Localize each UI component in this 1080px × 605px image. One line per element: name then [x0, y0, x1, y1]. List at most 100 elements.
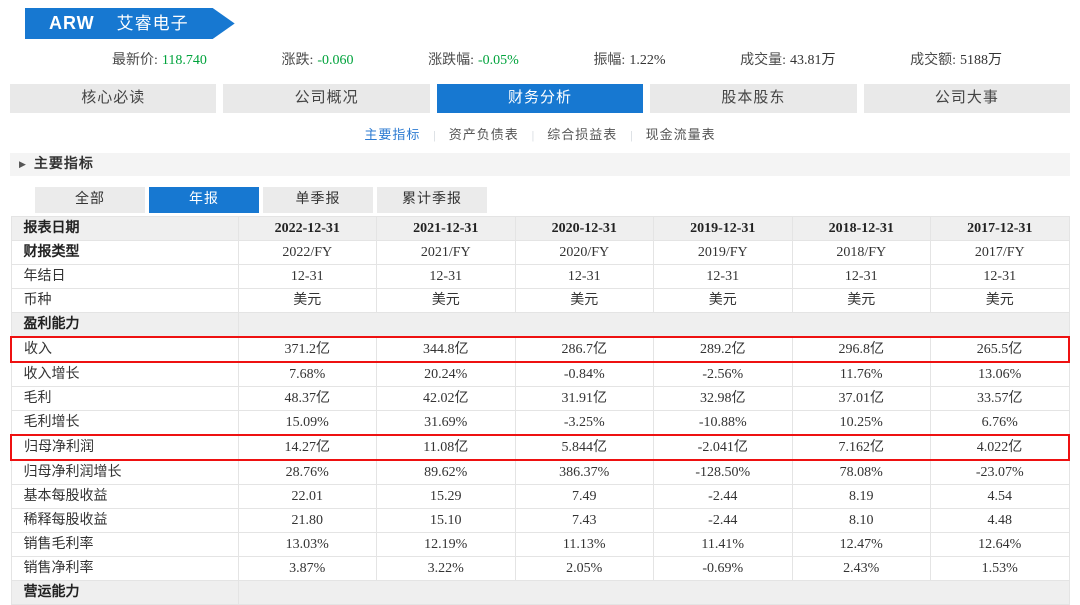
main-tab-股本股东[interactable]: 股本股东 — [650, 84, 857, 113]
section-row-spacer — [237, 580, 1070, 605]
table-header-date: 2020-12-31 — [514, 216, 654, 241]
cell-value: 3.22% — [376, 556, 516, 581]
quote-item: 涨跌: -0.060 — [281, 49, 353, 69]
quote-label: 最新价: — [112, 53, 158, 68]
cell-value: 4.022亿 — [930, 434, 1070, 461]
cell-value: 22.01 — [237, 484, 377, 509]
cell-value: 4.54 — [930, 484, 1070, 509]
cell-value: 21.80 — [237, 508, 377, 533]
cell-value: 42.02亿 — [376, 386, 516, 411]
quote-item: 成交量: 43.81万 — [740, 49, 835, 69]
cell-value: 11.76% — [791, 361, 931, 387]
subnav-item-主要指标[interactable]: 主要指标 — [364, 127, 420, 142]
row-label: 基本每股收益 — [10, 484, 239, 509]
subnav-item-现金流量表[interactable]: 现金流量表 — [646, 127, 716, 142]
cell-value: 15.09% — [237, 410, 377, 436]
table-header-row: 报表日期 2022-12-31 2021-12-31 2020-12-31 2019-1… — [10, 216, 1070, 241]
cell-value: 美元 — [930, 288, 1070, 313]
quote-label: 成交额: — [910, 53, 956, 68]
quote-item: 成交额: 5188万 — [910, 49, 1002, 69]
table-row: 收入 371.2亿 344.8亿 286.7亿 289.2亿 296.8亿 265.5亿 — [10, 336, 1070, 363]
cell-value: 美元 — [653, 288, 793, 313]
cell-value: 13.03% — [237, 532, 377, 557]
cell-value: -128.50% — [653, 459, 793, 485]
cell-value: 344.8亿 — [376, 336, 516, 363]
row-label: 归母净利润 — [10, 434, 239, 461]
financial-subnav: 主要指标 | 资产负债表 | 综合损益表 | 现金流量表 — [0, 126, 1080, 144]
stock-name: 艾睿电子 — [116, 14, 189, 33]
cell-value: 美元 — [237, 288, 377, 313]
table-header-label: 报表日期 — [10, 216, 239, 241]
table-row: 基本每股收益 22.01 15.29 7.49 -2.44 8.19 4.54 — [10, 484, 1070, 509]
quote-value: -0.060 — [317, 53, 354, 68]
financial-indicators-table: 报表日期 2022-12-31 2021-12-31 2020-12-31 2019-1… — [10, 216, 1070, 605]
cell-value: 2018/FY — [791, 240, 931, 265]
section-header-bar[interactable]: ▶ 主要指标 — [10, 153, 1070, 176]
row-label: 销售毛利率 — [10, 532, 239, 557]
cell-value: 15.29 — [376, 484, 516, 509]
period-tab-年报[interactable]: 年报 — [149, 187, 259, 213]
main-tab-bar: 核心必读 公司概况 财务分析 股本股东 公司大事 — [10, 84, 1071, 113]
cell-value: 2020/FY — [514, 240, 654, 265]
row-label: 年结日 — [10, 264, 239, 289]
quote-label: 涨跌: — [281, 53, 314, 68]
row-label: 收入增长 — [10, 361, 239, 387]
row-label: 收入 — [10, 336, 239, 363]
cell-value: 4.48 — [930, 508, 1070, 533]
quote-item: 涨跌幅: -0.05% — [428, 49, 519, 69]
subnav-item-综合损益表[interactable]: 综合损益表 — [547, 127, 617, 142]
subnav-divider: | — [630, 128, 633, 142]
cell-value: 289.2亿 — [653, 336, 793, 363]
subnav-item-资产负债表[interactable]: 资产负债表 — [449, 127, 519, 142]
cell-value: 14.27亿 — [237, 434, 377, 461]
main-tab-公司大事[interactable]: 公司大事 — [863, 84, 1071, 113]
quote-summary-row: 最新价: 118.740 涨跌: -0.060 涨跌幅: -0.05% 振幅: 1.22% 成交… — [0, 49, 1080, 69]
period-tab-累计季报[interactable]: 累计季报 — [377, 187, 487, 213]
row-label: 毛利增长 — [10, 410, 239, 436]
main-tab-财务分析[interactable]: 财务分析 — [436, 84, 644, 113]
table-header-date: 2019-12-31 — [653, 216, 793, 241]
cell-value: 1.53% — [930, 556, 1070, 581]
quote-label: 涨跌幅: — [428, 53, 475, 68]
cell-value: 8.19 — [791, 484, 931, 509]
period-tab-全部[interactable]: 全部 — [35, 187, 145, 213]
period-tab-bar: 全部 年报 单季报 累计季报 — [35, 187, 1080, 213]
cell-value: 7.68% — [237, 361, 377, 387]
stock-banner: ARW 艾睿电子 — [25, 8, 235, 39]
quote-item: 最新价: 118.740 — [112, 49, 207, 69]
table-header-date: 2022-12-31 — [237, 216, 377, 241]
main-tab-公司概况[interactable]: 公司概况 — [223, 84, 430, 113]
main-tab-核心必读[interactable]: 核心必读 — [10, 84, 217, 113]
cell-value: 12.64% — [930, 532, 1070, 557]
cell-value: 12-31 — [514, 264, 654, 289]
quote-value: 5188万 — [959, 53, 1002, 68]
cell-value: 美元 — [791, 288, 931, 313]
cell-value: -2.44 — [653, 484, 793, 509]
cell-value: 386.37% — [514, 459, 654, 485]
table-section-row: 盈利能力 — [10, 312, 1070, 338]
table-row: 收入增长 7.68% 20.24% -0.84% -2.56% 11.76% 13.06% — [10, 361, 1070, 387]
row-label: 销售净利率 — [10, 556, 239, 581]
table-row: 毛利增长 15.09% 31.69% -3.25% -10.88% 10.25% 6.76% — [10, 410, 1070, 436]
section-row-spacer — [237, 312, 1070, 338]
cell-value: 15.10 — [376, 508, 516, 533]
cell-value: -0.69% — [653, 556, 793, 581]
cell-value: 12-31 — [653, 264, 793, 289]
cell-value: 美元 — [514, 288, 654, 313]
cell-value: 286.7亿 — [514, 336, 654, 363]
cell-value: -10.88% — [653, 410, 793, 436]
cell-value: 11.08亿 — [376, 434, 516, 461]
table-row: 销售净利率 3.87% 3.22% 2.05% -0.69% 2.43% 1.53% — [10, 556, 1070, 581]
table-section-row: 营运能力 — [10, 580, 1070, 605]
cell-value: -2.56% — [653, 361, 793, 387]
section-row-label: 盈利能力 — [10, 312, 239, 338]
quote-value: 43.81万 — [789, 53, 836, 68]
section-row-label: 营运能力 — [10, 580, 239, 605]
cell-value: 78.08% — [791, 459, 931, 485]
cell-value: 13.06% — [930, 361, 1070, 387]
cell-value: -23.07% — [930, 459, 1070, 485]
subnav-divider: | — [433, 128, 436, 142]
cell-value: 12.19% — [376, 532, 516, 557]
period-tab-单季报[interactable]: 单季报 — [263, 187, 373, 213]
cell-value: 11.13% — [514, 532, 654, 557]
